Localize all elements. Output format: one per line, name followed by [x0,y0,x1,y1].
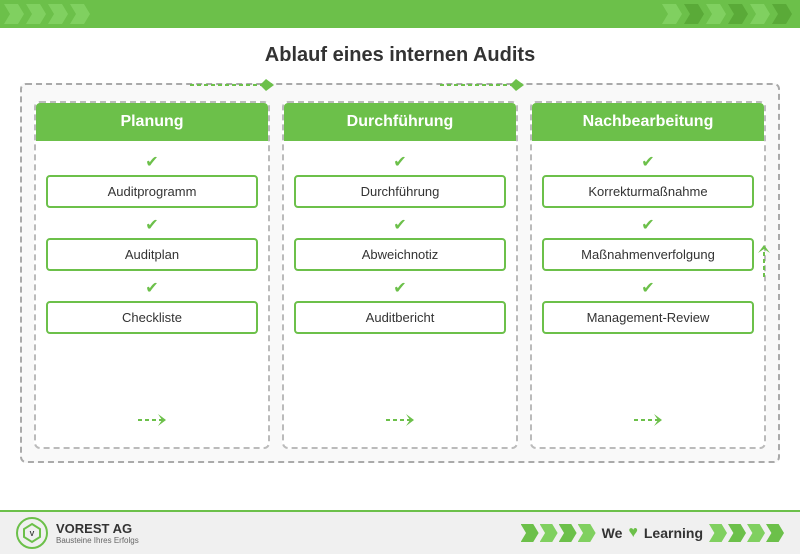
column-nachbearbeitung-header: Nachbearbeitung [532,103,764,141]
check-icon: ✔ [145,152,158,172]
check-icon: ✔ [641,152,654,172]
footer-chevron-icon [709,524,727,542]
footer-right: We ♥ Learning [521,524,784,542]
column-planung-header: Planung [36,103,268,141]
chevron-icon [70,4,90,24]
bottom-arrow-icon [632,402,664,435]
footer-learning-text: Learning [644,525,703,541]
chevron-icon [750,4,770,24]
footer-chevron-icon [747,524,765,542]
list-item: Abweichnotiz [294,238,506,271]
check-icon: ✔ [641,278,654,298]
check-icon: ✔ [393,215,406,235]
page-title: Ablauf eines internen Audits [20,44,780,67]
chevron-icon [728,4,748,24]
column-durchfuehrung: Durchführung ✔ Durchführung ✔ Abweichnot… [282,101,518,449]
diagram-container: Planung ✔ Auditprogramm ✔ Auditplan ✔ Ch… [20,83,780,463]
vorest-logo-icon: V [20,521,44,545]
chevron-icon [772,4,792,24]
chevron-icon [4,4,24,24]
list-item: Auditbericht [294,301,506,334]
footer-chevron-icon [559,524,577,542]
top-banner-left-chevrons [0,4,662,24]
logo-text-area: VOREST AG Bausteine Ihres Erfolgs [56,521,139,545]
footer-chevrons-right [709,524,784,542]
list-item: Management-Review [542,301,754,334]
logo-area: V VOREST AG Bausteine Ihres Erfolgs [16,517,139,549]
chevron-icon [26,4,46,24]
list-item: Checkliste [46,301,258,334]
main-content: Ablauf eines internen Audits Planung ✔ A… [0,28,800,510]
svg-text:V: V [30,531,35,538]
chevron-icon [706,4,726,24]
footer-chevrons [521,524,596,542]
column-planung: Planung ✔ Auditprogramm ✔ Auditplan ✔ Ch… [34,101,270,449]
footer-chevron-icon [540,524,558,542]
logo-main-text: VOREST AG [56,521,139,536]
chevron-icon [662,4,682,24]
chevron-icon [684,4,704,24]
check-icon: ✔ [145,278,158,298]
footer-chevron-icon [766,524,784,542]
check-icon: ✔ [393,278,406,298]
footer-chevron-icon [521,524,539,542]
check-icon: ✔ [145,215,158,235]
column-nachbearbeitung: Nachbearbeitung ✔ Korrekturmaßnahme ✔ Ma… [530,101,766,449]
footer-chevron-icon [578,524,596,542]
logo-sub-text: Bausteine Ihres Erfolgs [56,536,139,545]
footer-chevron-icon [728,524,746,542]
check-icon: ✔ [641,215,654,235]
bottom-arrow-icon [384,402,416,435]
check-icon: ✔ [393,152,406,172]
list-item: Korrekturmaßnahme [542,175,754,208]
top-banner [0,0,800,28]
side-arrow-icon [750,241,778,281]
footer-we-text: We [602,525,623,541]
chevron-icon [48,4,68,24]
top-banner-right-chevrons [662,4,792,24]
list-item: Auditprogramm [46,175,258,208]
heart-icon: ♥ [628,524,638,542]
footer: V VOREST AG Bausteine Ihres Erfolgs We ♥… [0,510,800,554]
list-item: Durchführung [294,175,506,208]
columns-container: Planung ✔ Auditprogramm ✔ Auditplan ✔ Ch… [34,101,766,449]
column-durchfuehrung-header: Durchführung [284,103,516,141]
list-item: Maßnahmenverfolgung [542,238,754,271]
bottom-arrow-icon [136,402,168,435]
list-item: Auditplan [46,238,258,271]
logo-circle: V [16,517,48,549]
top-connectors [150,71,650,99]
